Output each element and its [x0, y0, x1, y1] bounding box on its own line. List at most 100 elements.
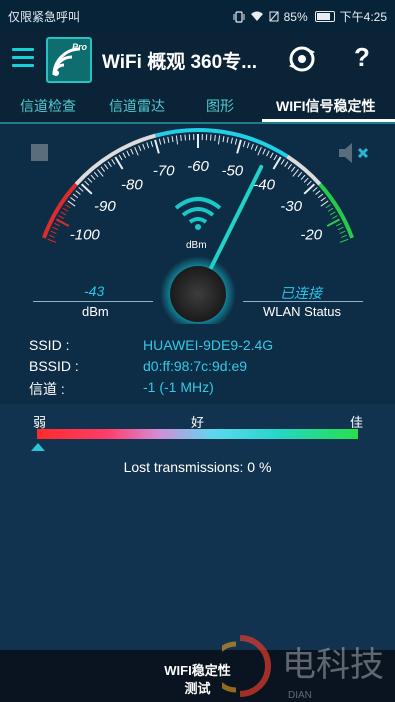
gauge-tick — [75, 190, 81, 195]
gauge-tick — [142, 143, 146, 150]
gauge-scale-label: -90 — [94, 198, 116, 215]
app-title: WiFi 概观 360专... — [102, 52, 258, 73]
ssid-label: SSID : — [29, 337, 70, 353]
stop-icon[interactable] — [31, 144, 48, 161]
carrier-text: 仅限紧急呼叫 — [8, 10, 81, 24]
app-bar: Pro WiFi 概观 360专... ? — [0, 30, 395, 88]
wifi-status-icon — [250, 11, 263, 21]
gauge-tick — [320, 197, 326, 202]
tab-channel-radar[interactable]: 信道雷达 — [109, 96, 165, 116]
gauge-tick — [62, 207, 69, 212]
logo-badge: Pro — [72, 42, 88, 52]
quality-gradient-bar — [37, 429, 358, 439]
gauge-tick — [84, 180, 90, 186]
gauge-tick — [146, 142, 150, 149]
gauge-tick — [339, 230, 346, 235]
gauge-tick — [269, 152, 274, 159]
gauge-tick — [315, 190, 321, 195]
gauge-tick — [287, 163, 292, 170]
gauge-tick — [303, 177, 309, 183]
gauge-arc-segment-4 — [318, 182, 354, 239]
gauge-tick — [280, 159, 285, 165]
gauge-tick — [337, 226, 344, 231]
gauge-tick — [54, 222, 61, 227]
gauge-tick — [49, 234, 55, 238]
gauge-tick — [180, 134, 182, 141]
gauge-tick — [134, 146, 139, 156]
gauge-scale-label: -20 — [300, 226, 322, 243]
lost-transmissions: Lost transmissions: 0 % — [123, 459, 272, 475]
gauge-tick — [93, 171, 99, 178]
gauge-knob — [170, 266, 226, 322]
gauge-tick — [236, 139, 242, 154]
gauge-tick — [126, 150, 130, 157]
gauge-tick — [70, 197, 76, 202]
watermark-sub: DIAN — [288, 690, 312, 701]
gauge-scale-label: -100 — [70, 226, 101, 243]
mute-icon[interactable] — [337, 141, 371, 165]
gauge-tick — [339, 238, 349, 243]
quality-marker — [31, 443, 45, 451]
gauge-tick — [175, 135, 179, 145]
gauge-tick — [104, 163, 109, 170]
gauge-tick — [329, 211, 336, 216]
gauge-tick — [325, 204, 331, 209]
gauge-tick — [335, 222, 342, 227]
gauge-tick — [292, 169, 299, 177]
gauge-tick — [306, 180, 312, 186]
gauge-tick — [262, 148, 266, 155]
gauge-tick — [72, 193, 79, 199]
gauge-tick — [246, 142, 250, 149]
gauge-tick — [214, 134, 216, 141]
app-logo: Pro — [46, 37, 92, 83]
gauge-tick — [222, 136, 225, 143]
gauge-tick — [290, 166, 296, 172]
tab-wifi-stability[interactable]: WIFI信号稳定性 — [276, 96, 376, 116]
battery-percent: 85% — [283, 9, 308, 24]
vibrate-icon — [233, 10, 245, 23]
gauge-tick — [226, 136, 229, 143]
watermark-logo: 电科技 DIAN — [222, 635, 384, 701]
gauge-scale-label: -50 — [221, 163, 243, 180]
gauge-tick — [303, 183, 316, 195]
refresh-icon[interactable] — [287, 44, 317, 74]
gauge-tick — [167, 136, 170, 143]
gauge-tick — [284, 161, 289, 167]
active-tab-indicator — [262, 119, 395, 122]
cellular-off-icon — [269, 11, 279, 22]
gauge-tick — [58, 215, 64, 219]
tab-channel-check[interactable]: 信道检查 — [20, 96, 76, 116]
gauge-tick — [118, 154, 123, 161]
gauge-scale-label: -70 — [153, 163, 175, 180]
gauge-tick — [171, 136, 174, 143]
gauge-tick — [230, 137, 233, 144]
gauge-tick — [254, 145, 258, 152]
gauge-tick — [87, 177, 93, 183]
gauge-tick — [332, 215, 338, 219]
tab-graph[interactable]: 图形 — [206, 96, 234, 116]
signal-gauge: -100-90-80-70 -60 -50-40-30-20 — [42, 128, 354, 324]
gauge-tick — [52, 226, 59, 231]
gauge-tick — [150, 140, 154, 147]
hamburger-menu-icon[interactable] — [12, 48, 34, 68]
gauge-tick — [50, 230, 57, 235]
status-icons: 85% 下午4:25 — [233, 8, 387, 25]
gauge-tick — [107, 161, 112, 167]
signal-value: -43 — [84, 283, 105, 299]
gauge-scale-label: -80 — [121, 176, 143, 193]
gauge-tick — [234, 138, 238, 145]
gauge-scale-label: -30 — [280, 198, 302, 215]
help-icon[interactable]: ? — [354, 42, 370, 73]
gauge-tick — [341, 234, 347, 238]
bssid-value: d0:ff:98:7c:9d:e9 — [143, 358, 248, 374]
gauge-tick — [297, 171, 303, 178]
gauge-arc-segment-2 — [155, 128, 289, 159]
signal-divider — [33, 301, 153, 302]
bssid-label: BSSID : — [29, 358, 79, 374]
gauge-tick — [111, 159, 116, 165]
gauge-tick — [65, 204, 71, 209]
status-bar: 仅限紧急呼叫 85% 下午4:25 — [0, 0, 395, 30]
gauge-tick — [80, 183, 93, 195]
gauge-tick — [300, 174, 306, 180]
channel-value: -1 (-1 MHz) — [143, 379, 214, 395]
